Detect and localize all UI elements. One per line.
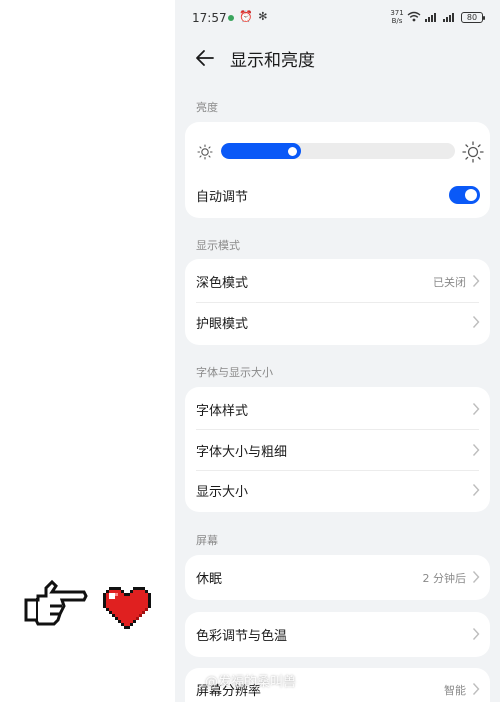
network-speed-value: 371 <box>390 9 404 17</box>
font-style-row[interactable]: 字体样式 <box>185 389 490 429</box>
status-right-icons <box>407 11 457 22</box>
dark-mode-label: 深色模式 <box>196 276 249 291</box>
battery-indicator: 80 <box>461 12 485 23</box>
watermark-text: @发福的桑叫兽 <box>205 675 297 690</box>
signal-2-icon <box>443 13 454 22</box>
color-temperature-label: 色彩调节与色温 <box>196 629 288 644</box>
eye-care-row[interactable]: 护眼模式 <box>185 302 490 342</box>
dark-mode-row[interactable]: 深色模式 已关闭 <box>185 261 490 301</box>
toggle-knob <box>465 189 477 201</box>
chevron-right-icon <box>472 275 480 287</box>
page-title: 显示和亮度 <box>230 51 315 71</box>
chevron-right-icon <box>472 571 480 583</box>
section-label-display-mode: 显示模式 <box>196 239 240 252</box>
display-mode-card: 深色模式 已关闭 护眼模式 <box>185 259 490 345</box>
title-bar: 显示和亮度 <box>175 40 500 76</box>
font-size-label: 字体大小与粗细 <box>196 445 288 460</box>
watermark: @发福的桑叫兽 <box>193 671 296 690</box>
alarm-and-app-icons: ⏰ ✻ <box>239 10 269 23</box>
chevron-right-icon <box>472 628 480 640</box>
font-size-row[interactable]: 字体大小与粗细 <box>185 430 490 470</box>
font-style-label: 字体样式 <box>196 404 249 419</box>
color-temperature-row[interactable]: 色彩调节与色温 <box>185 614 490 654</box>
brightness-low-icon <box>197 144 213 160</box>
section-label-font-display: 字体与显示大小 <box>196 366 273 379</box>
auto-brightness-row[interactable]: 自动调节 <box>185 178 490 218</box>
network-speed-unit: B/s <box>391 17 403 25</box>
font-display-card: 字体样式 字体大小与粗细 显示大小 <box>185 387 490 512</box>
chevron-right-icon <box>472 683 480 695</box>
section-label-brightness: 亮度 <box>196 101 218 114</box>
display-size-label: 显示大小 <box>196 485 249 500</box>
sleep-card: 休眠 2 分钟后 <box>185 555 490 600</box>
sleep-value: 2 分钟后 <box>422 572 467 585</box>
chevron-right-icon <box>472 403 480 415</box>
brightness-high-icon <box>462 141 484 163</box>
section-label-screen: 屏幕 <box>196 534 218 547</box>
auto-brightness-label: 自动调节 <box>196 190 249 205</box>
eye-care-label: 护眼模式 <box>196 317 249 332</box>
phone-screen: 17:57 ⏰ ✻ 371 B/s 80 显示和亮度 亮度 自动调节 显示模式 … <box>175 0 500 702</box>
sleep-label: 休眠 <box>196 572 223 587</box>
status-bar: 17:57 ⏰ ✻ 371 B/s 80 <box>175 0 500 36</box>
wifi-icon <box>407 11 421 22</box>
signal-1-icon <box>425 13 436 22</box>
display-size-row[interactable]: 显示大小 <box>185 470 490 510</box>
status-time: 17:57 <box>192 11 227 25</box>
chevron-right-icon <box>472 484 480 496</box>
color-card: 色彩调节与色温 <box>185 612 490 657</box>
brightness-card: 自动调节 <box>185 122 490 218</box>
auto-brightness-toggle[interactable] <box>449 186 480 204</box>
back-arrow-icon[interactable] <box>193 46 217 70</box>
dark-mode-value: 已关闭 <box>433 276 466 289</box>
chevron-right-icon <box>472 444 480 456</box>
brightness-slider-thumb[interactable] <box>288 147 297 156</box>
network-speed: 371 B/s <box>390 9 404 25</box>
notification-dot-icon <box>228 15 234 21</box>
sleep-row[interactable]: 休眠 2 分钟后 <box>185 557 490 597</box>
heart-icon <box>103 587 151 629</box>
watermark-logo-icon <box>193 677 203 688</box>
resolution-value: 智能 <box>444 684 466 697</box>
chevron-right-icon <box>472 316 480 328</box>
pointing-hand-icon <box>24 579 88 626</box>
brightness-slider[interactable] <box>221 143 455 159</box>
left-decoration-area <box>0 0 175 702</box>
